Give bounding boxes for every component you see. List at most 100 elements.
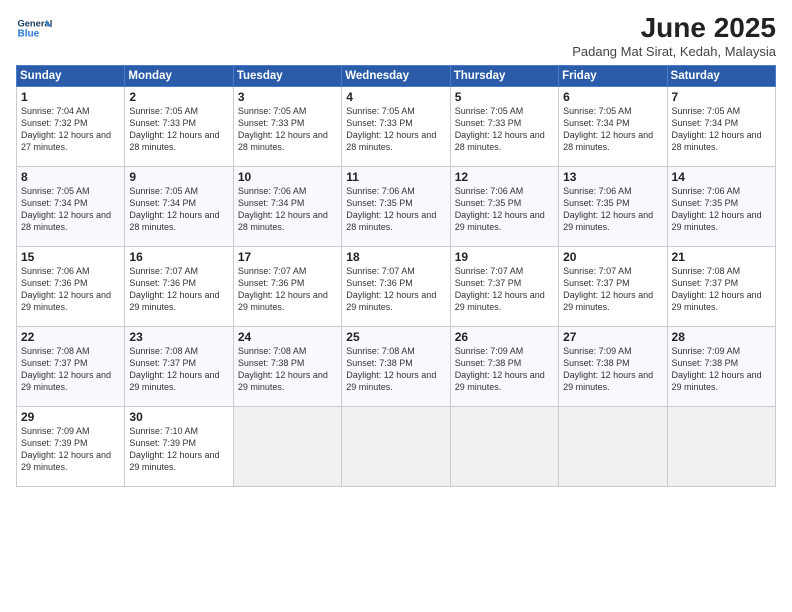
calendar-cell: 9 Sunrise: 7:05 AMSunset: 7:34 PMDayligh… <box>125 167 233 247</box>
col-wednesday: Wednesday <box>342 66 450 87</box>
calendar-cell: 2 Sunrise: 7:05 AMSunset: 7:33 PMDayligh… <box>125 87 233 167</box>
calendar-cell <box>559 407 667 487</box>
calendar-cell: 14 Sunrise: 7:06 AMSunset: 7:35 PMDaylig… <box>667 167 775 247</box>
month-title: June 2025 <box>572 12 776 44</box>
logo: General Blue <box>16 12 52 48</box>
calendar-cell: 18 Sunrise: 7:07 AMSunset: 7:36 PMDaylig… <box>342 247 450 327</box>
calendar-cell: 19 Sunrise: 7:07 AMSunset: 7:37 PMDaylig… <box>450 247 558 327</box>
day-number: 10 <box>238 170 337 184</box>
day-number: 23 <box>129 330 228 344</box>
day-info: Sunrise: 7:07 AMSunset: 7:37 PMDaylight:… <box>455 266 545 312</box>
day-info: Sunrise: 7:07 AMSunset: 7:36 PMDaylight:… <box>129 266 219 312</box>
calendar-cell: 12 Sunrise: 7:06 AMSunset: 7:35 PMDaylig… <box>450 167 558 247</box>
calendar-cell <box>667 407 775 487</box>
calendar-cell: 11 Sunrise: 7:06 AMSunset: 7:35 PMDaylig… <box>342 167 450 247</box>
col-thursday: Thursday <box>450 66 558 87</box>
location: Padang Mat Sirat, Kedah, Malaysia <box>572 44 776 59</box>
day-info: Sunrise: 7:05 AMSunset: 7:33 PMDaylight:… <box>346 106 436 152</box>
calendar-cell: 15 Sunrise: 7:06 AMSunset: 7:36 PMDaylig… <box>17 247 125 327</box>
col-saturday: Saturday <box>667 66 775 87</box>
calendar-cell: 7 Sunrise: 7:05 AMSunset: 7:34 PMDayligh… <box>667 87 775 167</box>
day-info: Sunrise: 7:05 AMSunset: 7:34 PMDaylight:… <box>563 106 653 152</box>
calendar-cell: 20 Sunrise: 7:07 AMSunset: 7:37 PMDaylig… <box>559 247 667 327</box>
day-number: 26 <box>455 330 554 344</box>
day-info: Sunrise: 7:07 AMSunset: 7:36 PMDaylight:… <box>346 266 436 312</box>
day-number: 29 <box>21 410 120 424</box>
day-info: Sunrise: 7:10 AMSunset: 7:39 PMDaylight:… <box>129 426 219 472</box>
calendar-cell: 26 Sunrise: 7:09 AMSunset: 7:38 PMDaylig… <box>450 327 558 407</box>
calendar-cell: 8 Sunrise: 7:05 AMSunset: 7:34 PMDayligh… <box>17 167 125 247</box>
day-number: 16 <box>129 250 228 264</box>
calendar-cell: 13 Sunrise: 7:06 AMSunset: 7:35 PMDaylig… <box>559 167 667 247</box>
calendar-cell: 25 Sunrise: 7:08 AMSunset: 7:38 PMDaylig… <box>342 327 450 407</box>
calendar-cell: 17 Sunrise: 7:07 AMSunset: 7:36 PMDaylig… <box>233 247 341 327</box>
day-info: Sunrise: 7:09 AMSunset: 7:38 PMDaylight:… <box>672 346 762 392</box>
day-number: 1 <box>21 90 120 104</box>
day-info: Sunrise: 7:07 AMSunset: 7:37 PMDaylight:… <box>563 266 653 312</box>
col-tuesday: Tuesday <box>233 66 341 87</box>
logo-svg: General Blue <box>16 12 52 48</box>
calendar-cell: 22 Sunrise: 7:08 AMSunset: 7:37 PMDaylig… <box>17 327 125 407</box>
day-number: 2 <box>129 90 228 104</box>
day-info: Sunrise: 7:06 AMSunset: 7:36 PMDaylight:… <box>21 266 111 312</box>
calendar-cell: 1 Sunrise: 7:04 AMSunset: 7:32 PMDayligh… <box>17 87 125 167</box>
day-info: Sunrise: 7:07 AMSunset: 7:36 PMDaylight:… <box>238 266 328 312</box>
day-info: Sunrise: 7:06 AMSunset: 7:35 PMDaylight:… <box>346 186 436 232</box>
calendar-cell <box>450 407 558 487</box>
calendar-cell: 4 Sunrise: 7:05 AMSunset: 7:33 PMDayligh… <box>342 87 450 167</box>
day-info: Sunrise: 7:08 AMSunset: 7:37 PMDaylight:… <box>672 266 762 312</box>
title-area: June 2025 Padang Mat Sirat, Kedah, Malay… <box>572 12 776 59</box>
day-info: Sunrise: 7:08 AMSunset: 7:37 PMDaylight:… <box>129 346 219 392</box>
day-number: 8 <box>21 170 120 184</box>
day-number: 12 <box>455 170 554 184</box>
page: General Blue June 2025 Padang Mat Sirat,… <box>0 0 792 612</box>
calendar-cell: 10 Sunrise: 7:06 AMSunset: 7:34 PMDaylig… <box>233 167 341 247</box>
calendar-cell: 5 Sunrise: 7:05 AMSunset: 7:33 PMDayligh… <box>450 87 558 167</box>
calendar-cell: 30 Sunrise: 7:10 AMSunset: 7:39 PMDaylig… <box>125 407 233 487</box>
day-info: Sunrise: 7:08 AMSunset: 7:37 PMDaylight:… <box>21 346 111 392</box>
day-number: 17 <box>238 250 337 264</box>
calendar-cell: 27 Sunrise: 7:09 AMSunset: 7:38 PMDaylig… <box>559 327 667 407</box>
col-monday: Monday <box>125 66 233 87</box>
calendar-cell: 28 Sunrise: 7:09 AMSunset: 7:38 PMDaylig… <box>667 327 775 407</box>
day-info: Sunrise: 7:08 AMSunset: 7:38 PMDaylight:… <box>238 346 328 392</box>
day-number: 22 <box>21 330 120 344</box>
day-number: 21 <box>672 250 771 264</box>
day-number: 24 <box>238 330 337 344</box>
day-number: 27 <box>563 330 662 344</box>
day-number: 14 <box>672 170 771 184</box>
calendar-cell: 29 Sunrise: 7:09 AMSunset: 7:39 PMDaylig… <box>17 407 125 487</box>
day-info: Sunrise: 7:05 AMSunset: 7:34 PMDaylight:… <box>129 186 219 232</box>
calendar-cell: 23 Sunrise: 7:08 AMSunset: 7:37 PMDaylig… <box>125 327 233 407</box>
header: General Blue June 2025 Padang Mat Sirat,… <box>16 12 776 59</box>
calendar-table: Sunday Monday Tuesday Wednesday Thursday… <box>16 65 776 487</box>
calendar-cell: 16 Sunrise: 7:07 AMSunset: 7:36 PMDaylig… <box>125 247 233 327</box>
calendar-cell <box>342 407 450 487</box>
day-info: Sunrise: 7:05 AMSunset: 7:33 PMDaylight:… <box>238 106 328 152</box>
day-info: Sunrise: 7:06 AMSunset: 7:35 PMDaylight:… <box>455 186 545 232</box>
calendar-cell <box>233 407 341 487</box>
day-info: Sunrise: 7:09 AMSunset: 7:38 PMDaylight:… <box>455 346 545 392</box>
day-number: 3 <box>238 90 337 104</box>
day-number: 28 <box>672 330 771 344</box>
day-number: 25 <box>346 330 445 344</box>
day-info: Sunrise: 7:05 AMSunset: 7:33 PMDaylight:… <box>129 106 219 152</box>
day-number: 19 <box>455 250 554 264</box>
svg-text:Blue: Blue <box>17 28 39 39</box>
day-number: 9 <box>129 170 228 184</box>
col-friday: Friday <box>559 66 667 87</box>
calendar-cell: 3 Sunrise: 7:05 AMSunset: 7:33 PMDayligh… <box>233 87 341 167</box>
day-info: Sunrise: 7:05 AMSunset: 7:34 PMDaylight:… <box>21 186 111 232</box>
day-number: 20 <box>563 250 662 264</box>
day-number: 4 <box>346 90 445 104</box>
day-info: Sunrise: 7:08 AMSunset: 7:38 PMDaylight:… <box>346 346 436 392</box>
day-number: 30 <box>129 410 228 424</box>
day-info: Sunrise: 7:06 AMSunset: 7:35 PMDaylight:… <box>672 186 762 232</box>
calendar-cell: 6 Sunrise: 7:05 AMSunset: 7:34 PMDayligh… <box>559 87 667 167</box>
day-number: 15 <box>21 250 120 264</box>
col-sunday: Sunday <box>17 66 125 87</box>
day-info: Sunrise: 7:04 AMSunset: 7:32 PMDaylight:… <box>21 106 111 152</box>
day-number: 6 <box>563 90 662 104</box>
day-info: Sunrise: 7:06 AMSunset: 7:34 PMDaylight:… <box>238 186 328 232</box>
day-info: Sunrise: 7:06 AMSunset: 7:35 PMDaylight:… <box>563 186 653 232</box>
